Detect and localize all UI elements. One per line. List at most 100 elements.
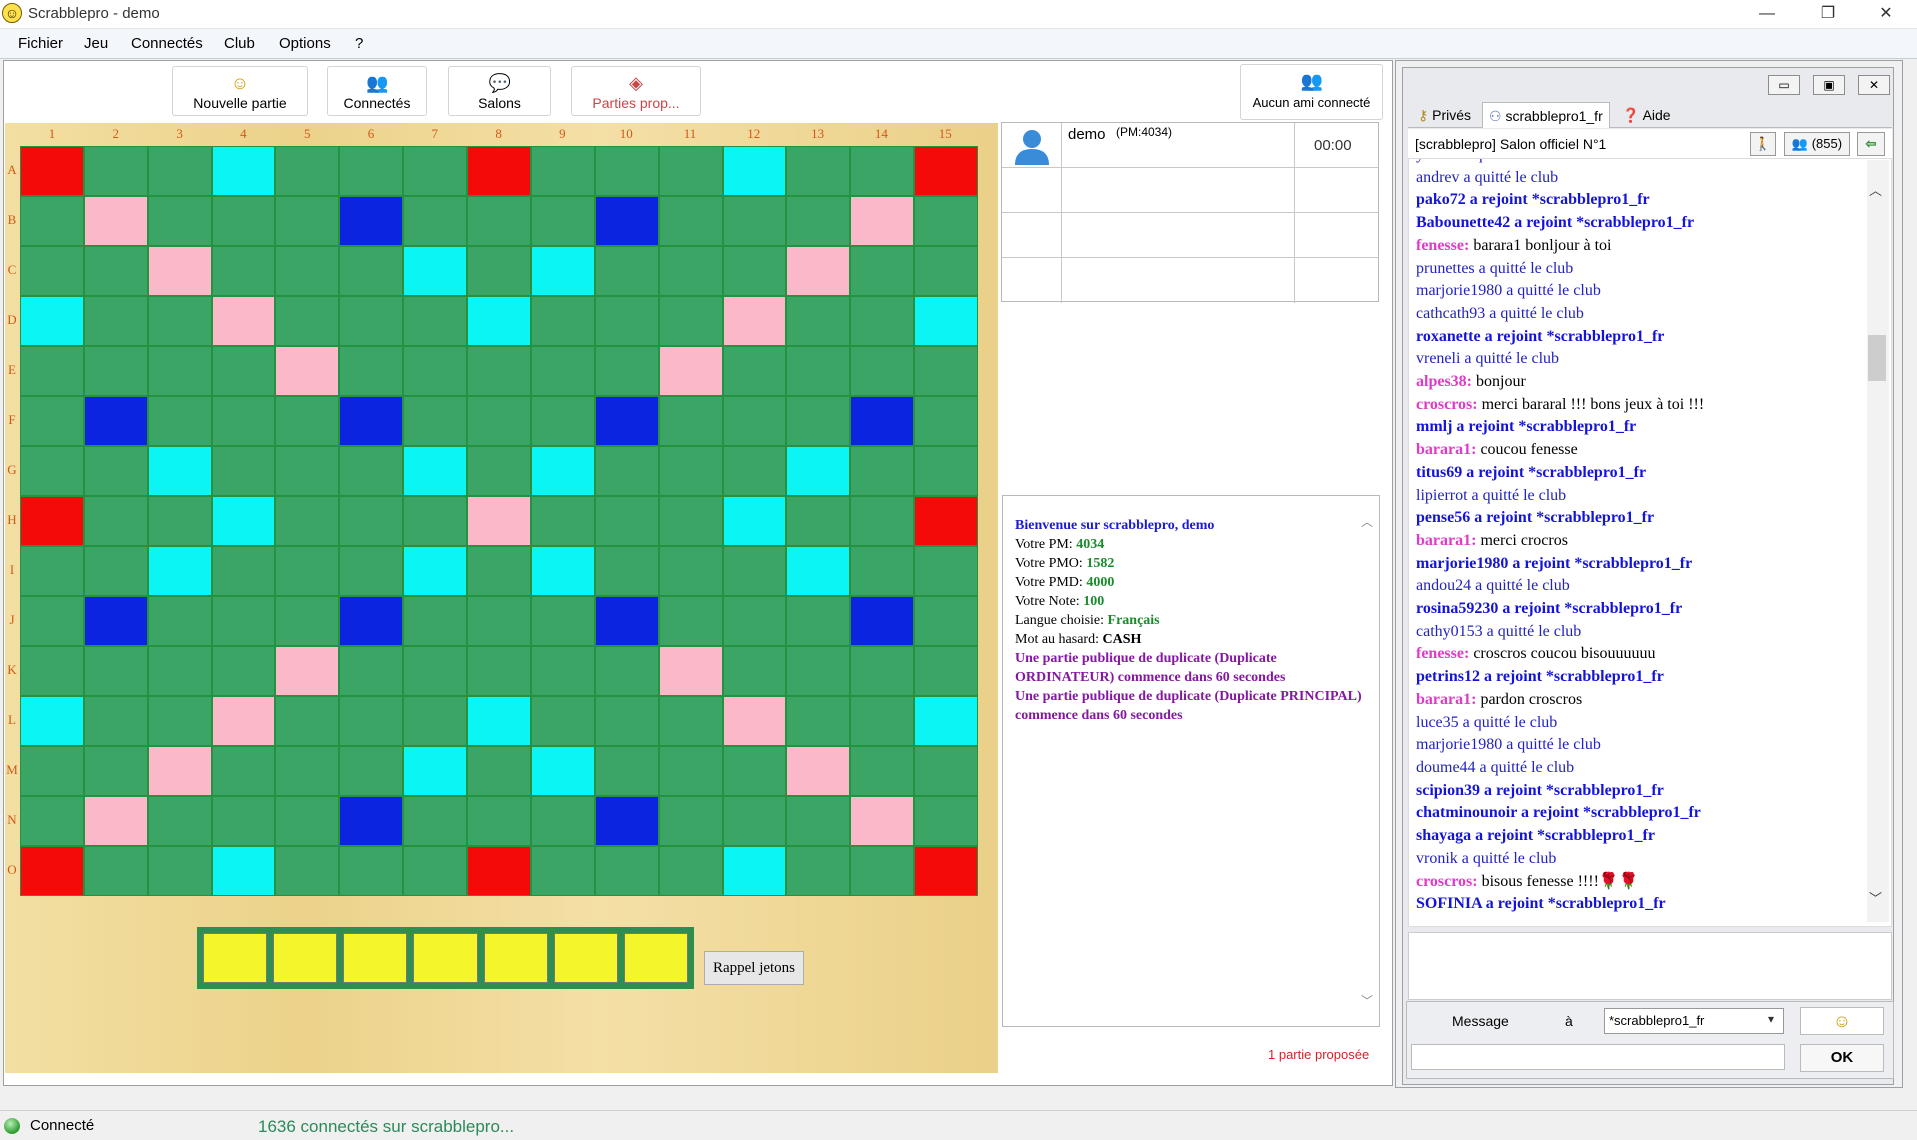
double-letter-square[interactable] bbox=[468, 697, 530, 745]
chat-nick[interactable]: alpes38: bbox=[1416, 373, 1472, 390]
triple-letter-square[interactable] bbox=[595, 597, 658, 645]
double-letter-square[interactable] bbox=[531, 247, 594, 295]
double-letter-square[interactable] bbox=[531, 747, 594, 795]
board-square[interactable] bbox=[404, 597, 467, 645]
rack-slot[interactable] bbox=[413, 933, 478, 983]
board-square[interactable] bbox=[84, 147, 147, 195]
board-square[interactable] bbox=[659, 597, 722, 645]
triple-word-square[interactable] bbox=[915, 147, 977, 195]
double-letter-square[interactable] bbox=[723, 147, 786, 195]
board-square[interactable] bbox=[21, 447, 83, 495]
board-square[interactable] bbox=[659, 247, 722, 295]
chat-scroll-thumb[interactable] bbox=[1868, 335, 1886, 381]
board-square[interactable] bbox=[531, 397, 594, 445]
board-square[interactable] bbox=[148, 797, 211, 845]
chat-nick[interactable]: croscros: bbox=[1416, 873, 1478, 890]
rack-slot[interactable] bbox=[553, 933, 618, 983]
board-square[interactable] bbox=[148, 697, 211, 745]
scrabble-board[interactable] bbox=[20, 146, 978, 896]
board-square[interactable] bbox=[276, 547, 339, 595]
board-square[interactable] bbox=[21, 347, 83, 395]
board-square[interactable] bbox=[723, 597, 786, 645]
board-square[interactable] bbox=[659, 797, 722, 845]
board-square[interactable] bbox=[212, 797, 275, 845]
board-square[interactable] bbox=[915, 647, 977, 695]
board-square[interactable] bbox=[595, 247, 658, 295]
board-square[interactable] bbox=[340, 747, 403, 795]
triple-letter-square[interactable] bbox=[340, 797, 403, 845]
board-square[interactable] bbox=[787, 497, 850, 545]
board-square[interactable] bbox=[659, 547, 722, 595]
board-square[interactable] bbox=[659, 747, 722, 795]
board-square[interactable] bbox=[595, 847, 658, 895]
board-square[interactable] bbox=[723, 347, 786, 395]
board-square[interactable] bbox=[468, 347, 530, 395]
board-square[interactable] bbox=[276, 247, 339, 295]
double-letter-square[interactable] bbox=[212, 497, 275, 545]
double-letter-square[interactable] bbox=[404, 547, 467, 595]
double-word-square[interactable] bbox=[787, 747, 850, 795]
double-letter-square[interactable] bbox=[531, 447, 594, 495]
board-square[interactable] bbox=[468, 597, 530, 645]
board-square[interactable] bbox=[595, 647, 658, 695]
board-square[interactable] bbox=[595, 497, 658, 545]
tab-prives[interactable]: ⚷ Privés bbox=[1412, 102, 1477, 128]
double-word-square[interactable] bbox=[723, 697, 786, 745]
double-word-square[interactable] bbox=[84, 197, 147, 245]
triple-letter-square[interactable] bbox=[340, 397, 403, 445]
board-square[interactable] bbox=[84, 347, 147, 395]
menu-club[interactable]: Club bbox=[224, 35, 255, 52]
chat-scroll-up-icon[interactable]: ︿ bbox=[1869, 180, 1882, 199]
board-square[interactable] bbox=[787, 597, 850, 645]
board-square[interactable] bbox=[787, 347, 850, 395]
board-square[interactable] bbox=[212, 547, 275, 595]
triple-letter-square[interactable] bbox=[595, 397, 658, 445]
board-square[interactable] bbox=[851, 747, 914, 795]
board-square[interactable] bbox=[723, 247, 786, 295]
board-square[interactable] bbox=[276, 697, 339, 745]
board-square[interactable] bbox=[659, 447, 722, 495]
board-square[interactable] bbox=[84, 847, 147, 895]
info-scroll-down-icon[interactable]: ﹀ bbox=[1361, 992, 1373, 1009]
board-square[interactable] bbox=[21, 747, 83, 795]
double-letter-square[interactable] bbox=[404, 247, 467, 295]
board-square[interactable] bbox=[851, 497, 914, 545]
board-square[interactable] bbox=[531, 797, 594, 845]
board-square[interactable] bbox=[531, 647, 594, 695]
board-square[interactable] bbox=[531, 197, 594, 245]
triple-letter-square[interactable] bbox=[340, 197, 403, 245]
triple-letter-square[interactable] bbox=[595, 797, 658, 845]
board-square[interactable] bbox=[468, 197, 530, 245]
board-square[interactable] bbox=[531, 347, 594, 395]
board-square[interactable] bbox=[468, 647, 530, 695]
double-word-square[interactable] bbox=[787, 247, 850, 295]
board-square[interactable] bbox=[404, 797, 467, 845]
triple-word-square[interactable] bbox=[21, 147, 83, 195]
board-square[interactable] bbox=[787, 197, 850, 245]
double-letter-square[interactable] bbox=[212, 847, 275, 895]
board-square[interactable] bbox=[276, 597, 339, 645]
board-square[interactable] bbox=[404, 647, 467, 695]
board-square[interactable] bbox=[531, 847, 594, 895]
board-square[interactable] bbox=[148, 347, 211, 395]
chat-nick[interactable]: barara1: bbox=[1416, 691, 1476, 708]
board-square[interactable] bbox=[84, 697, 147, 745]
menu-fichier[interactable]: Fichier bbox=[18, 35, 63, 52]
board-square[interactable] bbox=[212, 447, 275, 495]
chat-nick[interactable]: croscros: bbox=[1416, 396, 1478, 413]
board-square[interactable] bbox=[340, 147, 403, 195]
chat-minimize-button[interactable]: ▭ bbox=[1768, 75, 1800, 95]
board-square[interactable] bbox=[404, 147, 467, 195]
double-word-square[interactable] bbox=[468, 497, 530, 545]
board-square[interactable] bbox=[212, 347, 275, 395]
board-square[interactable] bbox=[787, 797, 850, 845]
board-square[interactable] bbox=[148, 397, 211, 445]
chat-scrollbar[interactable] bbox=[1867, 160, 1889, 922]
double-letter-square[interactable] bbox=[148, 447, 211, 495]
board-square[interactable] bbox=[21, 397, 83, 445]
board-square[interactable] bbox=[84, 547, 147, 595]
board-square[interactable] bbox=[276, 747, 339, 795]
triple-word-square[interactable] bbox=[468, 847, 530, 895]
board-square[interactable] bbox=[21, 247, 83, 295]
walk-icon[interactable]: 🚶 bbox=[1750, 132, 1776, 156]
